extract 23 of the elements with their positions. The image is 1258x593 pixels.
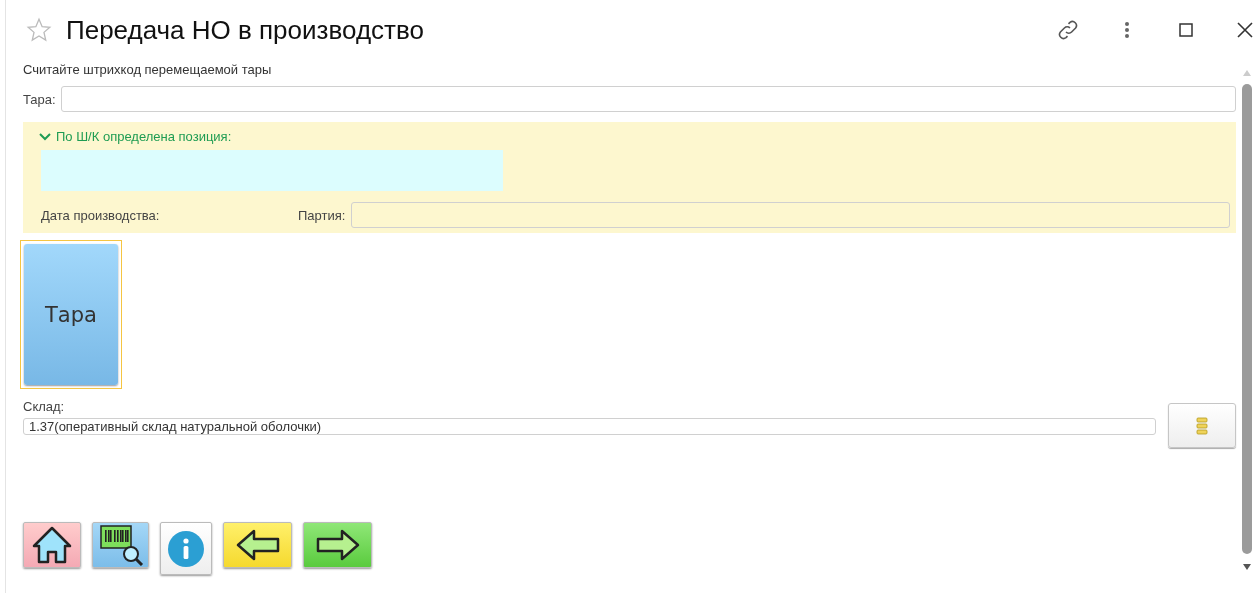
barcode-search-button[interactable]	[92, 522, 149, 568]
field-label: Дата производства:	[41, 207, 161, 223]
field-label: Партия:	[298, 207, 346, 223]
info-button[interactable]	[160, 522, 212, 575]
left-arrow-icon	[235, 529, 280, 561]
scroll-down-icon[interactable]	[1243, 564, 1251, 570]
right-arrow-icon	[315, 529, 360, 561]
field-label: Тара:	[23, 91, 56, 107]
tile-button[interactable]: Тара	[20, 240, 122, 389]
field-label: Склад:	[23, 399, 66, 414]
home-icon	[31, 525, 73, 565]
window-title: Передача НО в производство	[66, 14, 425, 46]
input-field[interactable]	[351, 202, 1230, 228]
forward-button[interactable]	[303, 522, 372, 568]
input-field[interactable]	[60, 86, 1236, 112]
home-button[interactable]	[23, 522, 81, 568]
chevron-icon	[39, 132, 51, 141]
input-field[interactable]: 1.37(оперативный склад натуральной оболочки)	[23, 418, 1156, 435]
back-button[interactable]	[223, 522, 292, 568]
instruction-text: Считайте штрихкод перемещаемой тары	[23, 62, 273, 77]
star-icon[interactable]	[26, 17, 52, 43]
info-icon	[167, 529, 205, 568]
list-icon	[1196, 416, 1208, 435]
